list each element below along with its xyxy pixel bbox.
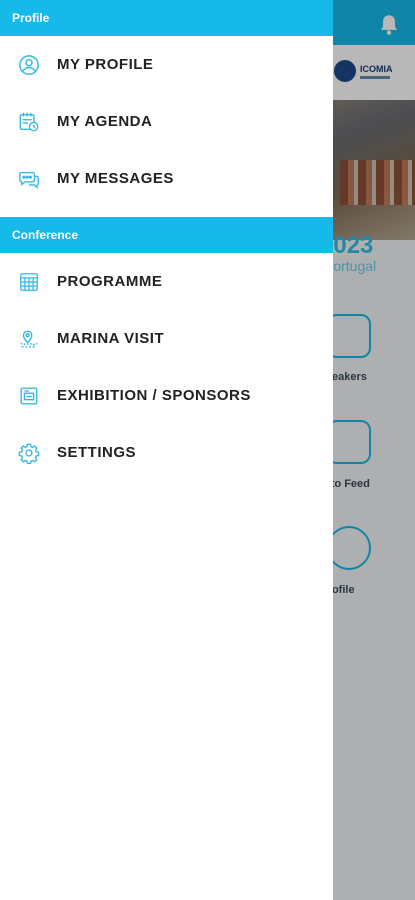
menu-item-label: MY MESSAGES [57,170,174,187]
menu-item-label: EXHIBITION / SPONSORS [57,387,251,404]
menu-item-my-messages[interactable]: MY MESSAGES [0,150,333,207]
navigation-drawer: Profile MY PROFILE MY AGENDA MY MESSAGES… [0,0,333,900]
gear-icon [18,442,40,464]
calendar-grid-icon [18,271,40,293]
map-pin-icon [18,328,40,350]
menu-item-my-profile[interactable]: MY PROFILE [0,36,333,93]
menu-item-label: SETTINGS [57,444,137,461]
menu-item-my-agenda[interactable]: MY AGENDA [0,93,333,150]
menu-item-label: PROGRAMME [57,273,163,290]
menu-item-settings[interactable]: SETTINGS [0,424,333,481]
section-header-conference: Conference [0,217,333,253]
exhibition-icon [18,385,40,407]
user-icon [18,54,40,76]
menu-item-label: MARINA VISIT [57,330,165,347]
menu-item-exhibition-sponsors[interactable]: EXHIBITION / SPONSORS [0,367,333,424]
agenda-icon [18,111,40,133]
menu-item-programme[interactable]: PROGRAMME [0,253,333,310]
menu-item-label: MY AGENDA [57,113,153,130]
section-header-profile: Profile [0,0,333,36]
menu-item-label: MY PROFILE [57,56,154,73]
menu-item-marina-visit[interactable]: MARINA VISIT [0,310,333,367]
messages-icon [18,168,40,190]
